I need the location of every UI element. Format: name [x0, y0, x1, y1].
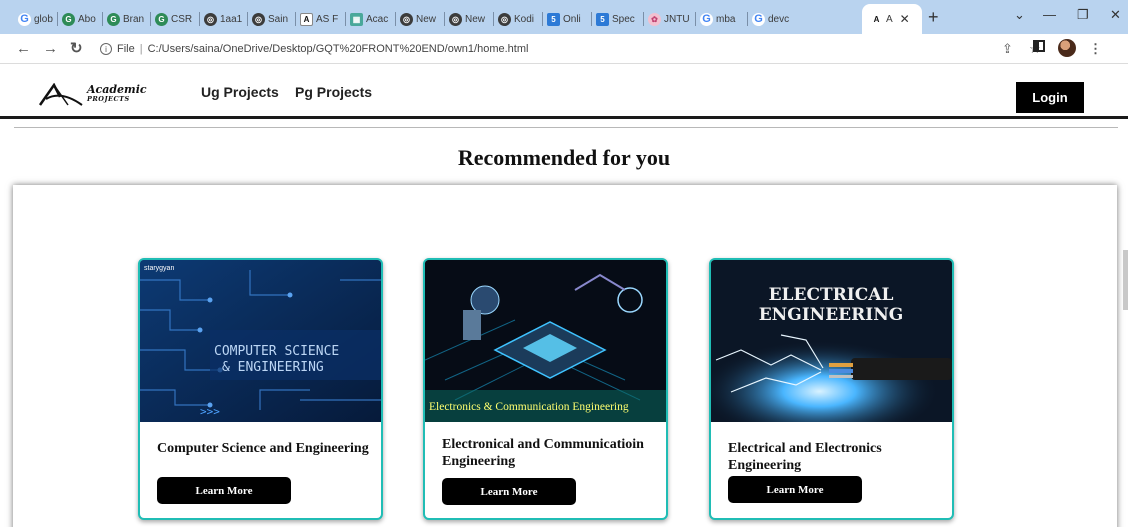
- browser-tab[interactable]: Gmba: [696, 6, 748, 32]
- course-card-eee[interactable]: ELECTRICAL ENGINEERING Electrical and Ele…: [709, 258, 954, 520]
- browser-tab[interactable]: ◎ Kodi: [494, 6, 543, 32]
- browser-tab[interactable]: ◎ New: [396, 6, 445, 32]
- browser-tab[interactable]: G Bran: [103, 6, 151, 32]
- google-icon: G: [155, 12, 168, 26]
- browser-tab[interactable]: 5 Onli: [543, 6, 592, 32]
- google-icon: G: [752, 12, 765, 26]
- divider: [14, 127, 1118, 128]
- browser-tab[interactable]: ◎ Sain: [248, 6, 296, 32]
- card-title: Electronical and Communicatioin Engineer…: [442, 437, 644, 469]
- browser-tab[interactable]: ✿ JNTU: [644, 6, 696, 32]
- chrome-icon: ◎: [449, 12, 462, 26]
- chrome-icon: ◎: [498, 12, 511, 26]
- tab-search-icon[interactable]: ⌄: [1014, 5, 1025, 25]
- card-image-brand: starygyan: [144, 265, 174, 272]
- browser-tab[interactable]: ◎ 1aa1: [200, 6, 248, 32]
- book-icon: 5: [596, 12, 609, 26]
- nav-link-ug-projects[interactable]: Ug Projects: [201, 84, 279, 100]
- browser-tab-strip: Gglob G Abo G Bran G CSR ◎ 1aa1 ◎ Sain A AS F …: [0, 0, 1128, 34]
- menu-icon[interactable]: ⋮: [1089, 41, 1102, 57]
- close-icon[interactable]: ✕: [900, 12, 910, 26]
- browser-tab-active[interactable]: A A ✕: [862, 4, 922, 34]
- share-icon[interactable]: ⇪: [1002, 41, 1013, 57]
- learn-more-button[interactable]: Learn More: [442, 478, 576, 505]
- back-icon[interactable]: ←: [16, 39, 31, 59]
- card-image-ece: Electronics & Communication Engineering: [425, 260, 666, 422]
- close-window-icon[interactable]: ✕: [1110, 5, 1121, 25]
- google-icon: G: [700, 12, 713, 26]
- login-button[interactable]: Login: [1016, 82, 1084, 113]
- card-image-text: ELECTRICAL ENGINEERING: [759, 285, 904, 325]
- logo-subtitle: PROJECTS: [87, 95, 130, 103]
- browser-tab[interactable]: Gdevc: [748, 6, 800, 32]
- card-image-cse: COMPUTER SCIENCE & ENGINEERING starygyan …: [140, 260, 381, 422]
- browser-tab[interactable]: ▦ Acac: [346, 6, 396, 32]
- browser-toolbar: ← → ↻ i File | C:/Users/saina/OneDrive/D…: [0, 34, 1128, 64]
- academic-icon: ▦: [350, 12, 363, 26]
- academic-icon: A: [870, 12, 883, 26]
- site-logo[interactable]: Academic PROJECTS: [38, 83, 178, 107]
- side-panel-icon[interactable]: [1033, 40, 1045, 52]
- browser-tab[interactable]: 5 Spec: [592, 6, 644, 32]
- card-image-text: Electronics & Communication Engineering: [429, 401, 629, 413]
- academic-icon: A: [300, 12, 313, 26]
- info-icon[interactable]: i: [100, 43, 112, 55]
- logo-mark-icon: [38, 83, 83, 106]
- chrome-icon: ◎: [400, 12, 413, 26]
- address-bar[interactable]: i File | C:/Users/saina/OneDrive/Desktop…: [100, 38, 990, 60]
- site-navbar: Academic PROJECTS Ug Projects Pg Project…: [0, 65, 1128, 119]
- browser-tab[interactable]: G CSR: [151, 6, 200, 32]
- browser-tab[interactable]: A AS F: [296, 6, 346, 32]
- book-icon: 5: [547, 12, 560, 26]
- chrome-icon: ◎: [204, 12, 217, 26]
- page-title: Recommended for you: [457, 145, 671, 170]
- university-icon: ✿: [648, 12, 661, 26]
- course-card-ece[interactable]: Electronics & Communication Engineering …: [423, 258, 668, 520]
- svg-text:>>>: >>>: [200, 405, 220, 418]
- card-image-text: COMPUTER SCIENCE & ENGINEERING: [214, 344, 339, 375]
- card-title: Electrical and Electronics Engineering: [728, 441, 882, 473]
- restore-icon[interactable]: ❐: [1077, 5, 1089, 25]
- reload-icon[interactable]: ↻: [70, 39, 83, 59]
- minimize-icon[interactable]: —: [1043, 5, 1056, 25]
- google-icon: G: [107, 12, 120, 26]
- avatar[interactable]: [1058, 39, 1076, 57]
- learn-more-button[interactable]: Learn More: [728, 476, 862, 503]
- nav-link-pg-projects[interactable]: Pg Projects: [295, 84, 372, 100]
- chrome-icon: ◎: [252, 12, 265, 26]
- card-image-eee: ELECTRICAL ENGINEERING: [711, 260, 952, 422]
- new-tab-button[interactable]: +: [928, 6, 939, 28]
- learn-more-button[interactable]: Learn More: [157, 477, 291, 504]
- google-icon: G: [62, 12, 75, 26]
- course-card-cse[interactable]: COMPUTER SCIENCE & ENGINEERING starygyan …: [138, 258, 383, 520]
- browser-tab[interactable]: Gglob: [14, 6, 58, 32]
- browser-tab[interactable]: ◎ New: [445, 6, 494, 32]
- forward-icon[interactable]: →: [43, 39, 58, 59]
- scrollbar[interactable]: [1123, 250, 1128, 310]
- google-icon: G: [18, 12, 31, 26]
- browser-tab[interactable]: G Abo: [58, 6, 103, 32]
- card-title: Computer Science and Engineering: [157, 441, 369, 456]
- url-text: C:/Users/saina/OneDrive/Desktop/GQT%20FR…: [147, 43, 529, 55]
